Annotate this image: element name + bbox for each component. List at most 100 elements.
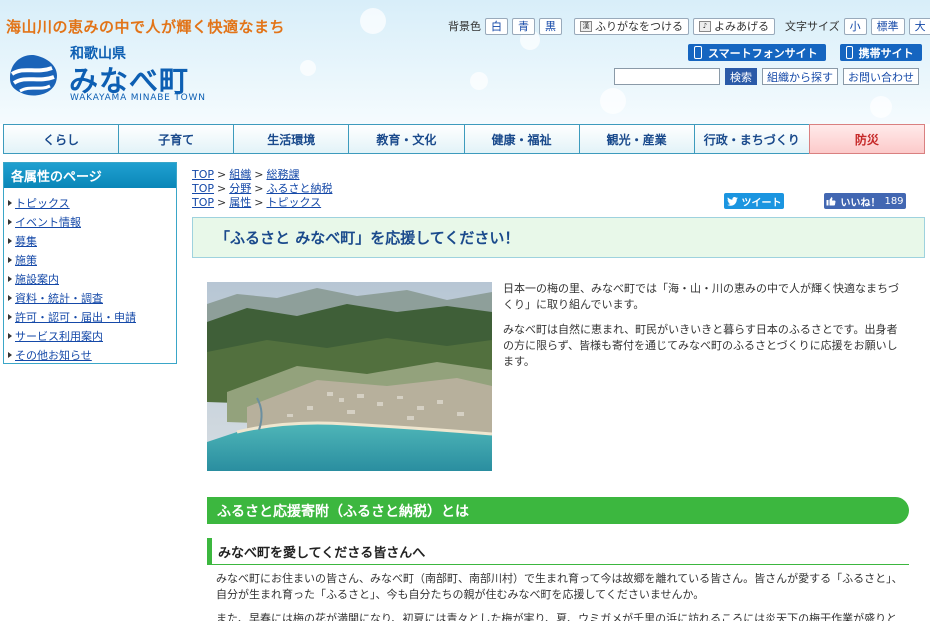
tweet-label: ツイート <box>741 197 782 209</box>
bg-color-label: 背景色 <box>448 20 481 33</box>
sidebar-item-events[interactable]: イベント情報 <box>8 212 176 231</box>
intro-paragraph: みなべ町は自然に恵まれ、町民がいきいきと暮らす日本のふるさとです。出身者の方に限… <box>503 323 898 368</box>
font-normal-button[interactable]: 標準 <box>870 17 905 35</box>
page-title-box: 「ふるさと みなべ町」を応援してください！ <box>192 217 925 258</box>
sidebar-item-statistics[interactable]: 資料・統計・調査 <box>8 288 176 307</box>
readaloud-label: よみあげる <box>714 20 769 33</box>
nav-tourism-industry[interactable]: 観光・産業 <box>578 124 694 154</box>
intro-paragraph: 日本一の梅の里、みなべ町では「海・山・川の恵みの中で人が輝く快適なまちづくり」に… <box>503 282 899 311</box>
nav-environment[interactable]: 生活環境 <box>233 124 349 154</box>
like-count: 189 <box>884 195 904 207</box>
sidebar: 各属性のページ トピックス イベント情報 募集 施策 施設案内 資料・統計・調査… <box>3 162 177 364</box>
sidebar-item-label: 施策 <box>15 253 37 267</box>
town-name-roman: WAKAYAMA MINABE TOWN <box>70 93 206 103</box>
breadcrumb-link[interactable]: 属性 <box>229 196 251 209</box>
section-heading-h3: みなべ町を愛してくださる皆さんへ <box>207 538 909 565</box>
decor-petal <box>470 72 488 90</box>
decor-petal <box>300 60 316 76</box>
decor-petal <box>600 88 626 114</box>
mobile-site-label: 携帯サイト <box>858 46 914 60</box>
kanji-icon: 漢 <box>580 20 592 32</box>
arrow-right-icon <box>8 332 12 339</box>
breadcrumb-line: TOP > 属性 > トピックス <box>192 194 332 209</box>
furigana-button[interactable]: 漢 ふりがなをつける <box>574 17 689 35</box>
aerial-town-photo <box>207 282 492 471</box>
search-button[interactable]: 検索 <box>725 68 757 85</box>
sidebar-item-label: サービス利用案内 <box>15 329 103 343</box>
sidebar-item-permits[interactable]: 許可・認可・届出・申請 <box>8 307 176 326</box>
smartphone-site-button[interactable]: スマートフォンサイト <box>688 44 826 61</box>
global-nav: くらし 子育て 生活環境 教育・文化 健康・福祉 観光・産業 行政・まちづくり … <box>3 124 925 154</box>
nav-education-culture[interactable]: 教育・文化 <box>348 124 464 154</box>
sidebar-item-recruit[interactable]: 募集 <box>8 231 176 250</box>
mobile-site-button[interactable]: 携帯サイト <box>839 44 922 61</box>
sidebar-item-label: その他お知らせ <box>15 348 92 362</box>
facebook-like-button[interactable]: いいね！ 189 <box>824 193 906 209</box>
sidebar-item-other[interactable]: その他お知らせ <box>8 345 176 364</box>
breadcrumb-separator: > <box>217 196 227 209</box>
arrow-right-icon <box>8 294 12 301</box>
body-paragraph: みなべ町にお住まいの皆さん、みなべ町（南部町、南部川村）で生まれ育って今は故郷を… <box>216 572 903 601</box>
breadcrumb-link[interactable]: TOP <box>192 196 214 209</box>
furigana-label: ふりがなをつける <box>595 20 683 33</box>
mobile-phone-icon <box>845 46 853 59</box>
breadcrumb-line: TOP > 組織 > 総務課 <box>192 166 332 181</box>
arrow-right-icon <box>8 237 12 244</box>
thumbs-up-icon <box>826 197 836 206</box>
breadcrumb: TOP > 組織 > 総務課 TOP > 分野 > ふるさと納税 TOP > 属性 > トピックス <box>192 166 332 209</box>
breadcrumb-link[interactable]: トピックス <box>266 196 321 209</box>
smartphone-icon <box>694 46 702 59</box>
arrow-right-icon <box>8 256 12 263</box>
nav-health-welfare[interactable]: 健康・福祉 <box>463 124 579 154</box>
decor-petal <box>870 96 892 118</box>
sidebar-list: トピックス イベント情報 募集 施策 施設案内 資料・統計・調査 許可・認可・届… <box>4 188 176 364</box>
arrow-right-icon <box>8 199 12 206</box>
arrow-right-icon <box>8 351 12 358</box>
contact-link[interactable]: お問い合わせ <box>843 68 919 85</box>
sidebar-item-facilities[interactable]: 施設案内 <box>8 269 176 288</box>
sidebar-item-label: イベント情報 <box>15 215 81 229</box>
font-size-label: 文字サイズ <box>785 20 840 33</box>
town-logo-icon[interactable] <box>6 48 62 98</box>
sidebar-item-label: 施設案内 <box>15 272 59 286</box>
nav-living[interactable]: くらし <box>3 124 119 154</box>
body-paragraph: また、早春には梅の花が満開になり、初夏には青々とした梅が実り、夏、ウミガメが千里… <box>216 612 898 621</box>
bg-black-button[interactable]: 黒 <box>539 17 562 35</box>
site-header: 海山川の恵みの中で人が輝く快適なまち 和歌山県 みなべ町 WAKAYAMA MI… <box>0 0 930 124</box>
utility-bar: 背景色 白 青 黒 漢 ふりがなをつける ♪ よみあげる 文字サイズ 小 標準 … <box>448 17 930 35</box>
section-heading-h2: ふるさと応援寄附（ふるさと納税）とは <box>207 497 909 524</box>
font-small-button[interactable]: 小 <box>843 17 867 35</box>
page-title: 「ふるさと みなべ町」を応援してください！ <box>215 229 520 247</box>
nav-administration[interactable]: 行政・まちづくり <box>693 124 809 154</box>
search-input[interactable] <box>614 68 720 85</box>
speaker-icon: ♪ <box>699 20 711 32</box>
sidebar-item-policy[interactable]: 施策 <box>8 250 176 269</box>
sidebar-item-topics[interactable]: トピックス <box>8 193 176 212</box>
bg-white-button[interactable]: 白 <box>485 17 508 35</box>
org-search-link[interactable]: 組織から探す <box>762 68 838 85</box>
tweet-button[interactable]: ツイート <box>724 193 784 209</box>
decor-petal <box>360 8 386 34</box>
readaloud-button[interactable]: ♪ よみあげる <box>693 17 775 35</box>
search-bar: 検索 組織から探す お問い合わせ <box>614 68 919 85</box>
smartphone-site-label: スマートフォンサイト <box>708 46 818 60</box>
arrow-right-icon <box>8 218 12 225</box>
site-tagline: 海山川の恵みの中で人が輝く快適なまち <box>6 18 286 36</box>
sidebar-item-label: 資料・統計・調査 <box>15 291 103 305</box>
sidebar-item-label: 募集 <box>15 234 37 248</box>
nav-childcare[interactable]: 子育て <box>118 124 234 154</box>
twitter-bird-icon <box>726 196 738 206</box>
like-label: いいね！ <box>840 197 881 209</box>
device-links: スマートフォンサイト 携帯サイト <box>688 44 922 61</box>
breadcrumb-separator: > <box>254 196 264 209</box>
nav-disaster[interactable]: 防災 <box>808 124 925 154</box>
arrow-right-icon <box>8 275 12 282</box>
bg-blue-button[interactable]: 青 <box>512 17 535 35</box>
sidebar-item-services[interactable]: サービス利用案内 <box>8 326 176 345</box>
body-text: みなべ町にお住まいの皆さん、みなべ町（南部町、南部川村）で生まれ育って今は故郷を… <box>216 571 906 621</box>
sidebar-item-label: 許可・認可・届出・申請 <box>15 310 136 324</box>
sidebar-title: 各属性のページ <box>4 163 176 188</box>
font-large-button[interactable]: 大 <box>908 17 930 35</box>
arrow-right-icon <box>8 313 12 320</box>
breadcrumb-line: TOP > 分野 > ふるさと納税 <box>192 180 332 195</box>
